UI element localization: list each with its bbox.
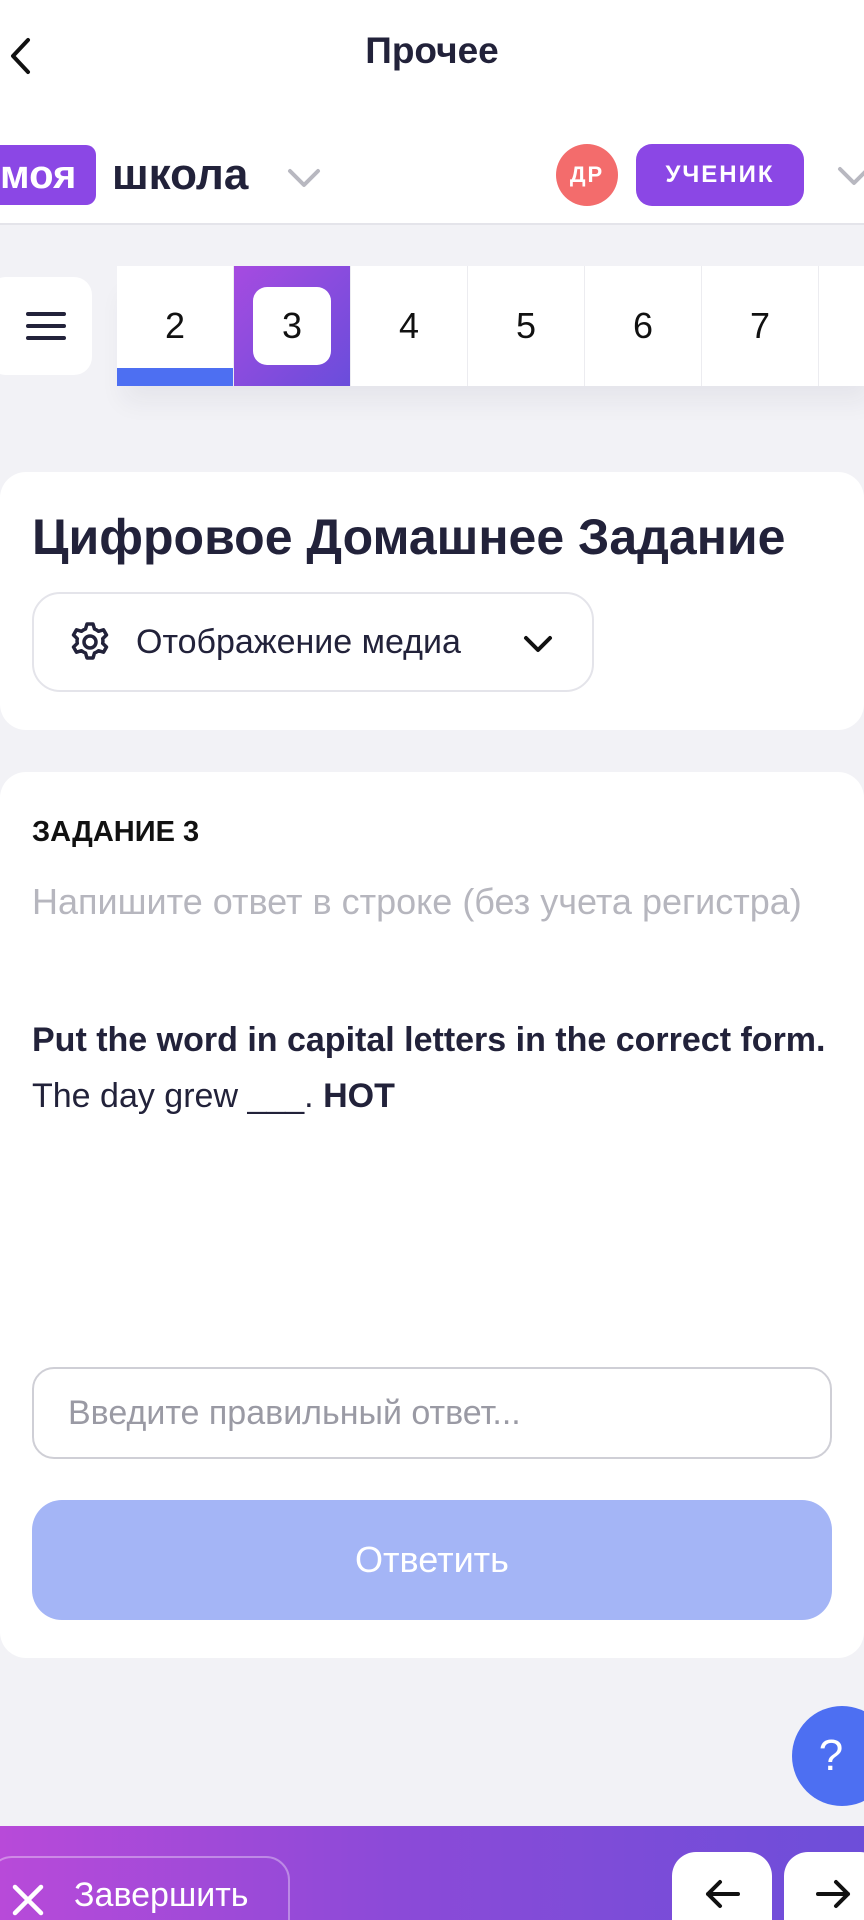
user-avatar[interactable]: ДР xyxy=(556,144,618,206)
chevron-down-icon[interactable] xyxy=(834,161,864,191)
menu-button[interactable] xyxy=(0,277,92,375)
task-question: Put the word in capital letters in the c… xyxy=(32,1012,832,1124)
task-card: ЗАДАНИЕ 3 Напишите ответ в строке (без у… xyxy=(0,772,864,1658)
help-button[interactable]: ? xyxy=(792,1706,864,1806)
role-badge[interactable]: УЧЕНИК xyxy=(636,144,804,206)
hamburger-menu-icon xyxy=(26,312,66,340)
next-task-button[interactable] xyxy=(784,1852,864,1920)
task-instruction: Напишите ответ в строке (без учета регис… xyxy=(32,881,802,922)
task-tab-number: 7 xyxy=(749,305,771,346)
logo-part-shkola: школа xyxy=(112,150,249,199)
arrow-left-icon xyxy=(706,1880,740,1908)
app-header: моя школа ДР УЧЕНИК xyxy=(0,115,864,225)
bottom-action-bar: Завершить xyxy=(0,1826,864,1920)
question-heading: Put the word in capital letters in the c… xyxy=(32,1021,826,1059)
previous-task-button[interactable] xyxy=(672,1852,772,1920)
task-tab-number: 5 xyxy=(515,305,537,346)
answer-input[interactable] xyxy=(32,1367,832,1459)
top-navigation-bar: Прочее xyxy=(0,0,864,115)
task-number-label: ЗАДАНИЕ 3 xyxy=(32,816,200,848)
gear-icon xyxy=(71,622,109,660)
task-navigation-strip: 2 3 4 5 6 7 xyxy=(117,266,864,386)
task-tab-4[interactable]: 4 xyxy=(351,266,468,386)
task-tab-number: 6 xyxy=(632,305,654,346)
close-icon xyxy=(12,1884,44,1916)
task-tab-number: 4 xyxy=(398,305,420,346)
nav-title: Прочее xyxy=(365,30,499,71)
media-dropdown-label: Отображение медиа xyxy=(136,622,461,661)
task-tab-6[interactable]: 6 xyxy=(585,266,702,386)
logo-part-moya: моя xyxy=(0,145,97,205)
task-tab-3[interactable]: 3 xyxy=(234,266,351,386)
submit-answer-button[interactable]: Ответить xyxy=(32,1500,832,1620)
page-title: Цифровое Домашнее Задание xyxy=(32,509,786,565)
media-display-dropdown[interactable]: Отображение медиа xyxy=(32,592,594,692)
active-task-marker: 3 xyxy=(253,287,331,365)
finish-button-label: Завершить xyxy=(74,1876,249,1914)
task-tab-2[interactable]: 2 xyxy=(117,266,234,386)
arrow-right-icon xyxy=(816,1880,850,1908)
task-tab-5[interactable]: 5 xyxy=(468,266,585,386)
chevron-down-icon xyxy=(524,636,552,652)
question-sentence: The day grew ___. xyxy=(32,1077,324,1115)
homework-title-card: Цифровое Домашнее Задание Отображение ме… xyxy=(0,472,864,730)
chevron-down-icon[interactable] xyxy=(284,163,324,193)
task-tab-number: 2 xyxy=(164,305,186,346)
task-tab-7[interactable]: 7 xyxy=(702,266,819,386)
task-tab-number: 3 xyxy=(281,305,303,346)
finish-button[interactable]: Завершить xyxy=(0,1856,290,1920)
question-keyword: HOT xyxy=(323,1077,395,1115)
